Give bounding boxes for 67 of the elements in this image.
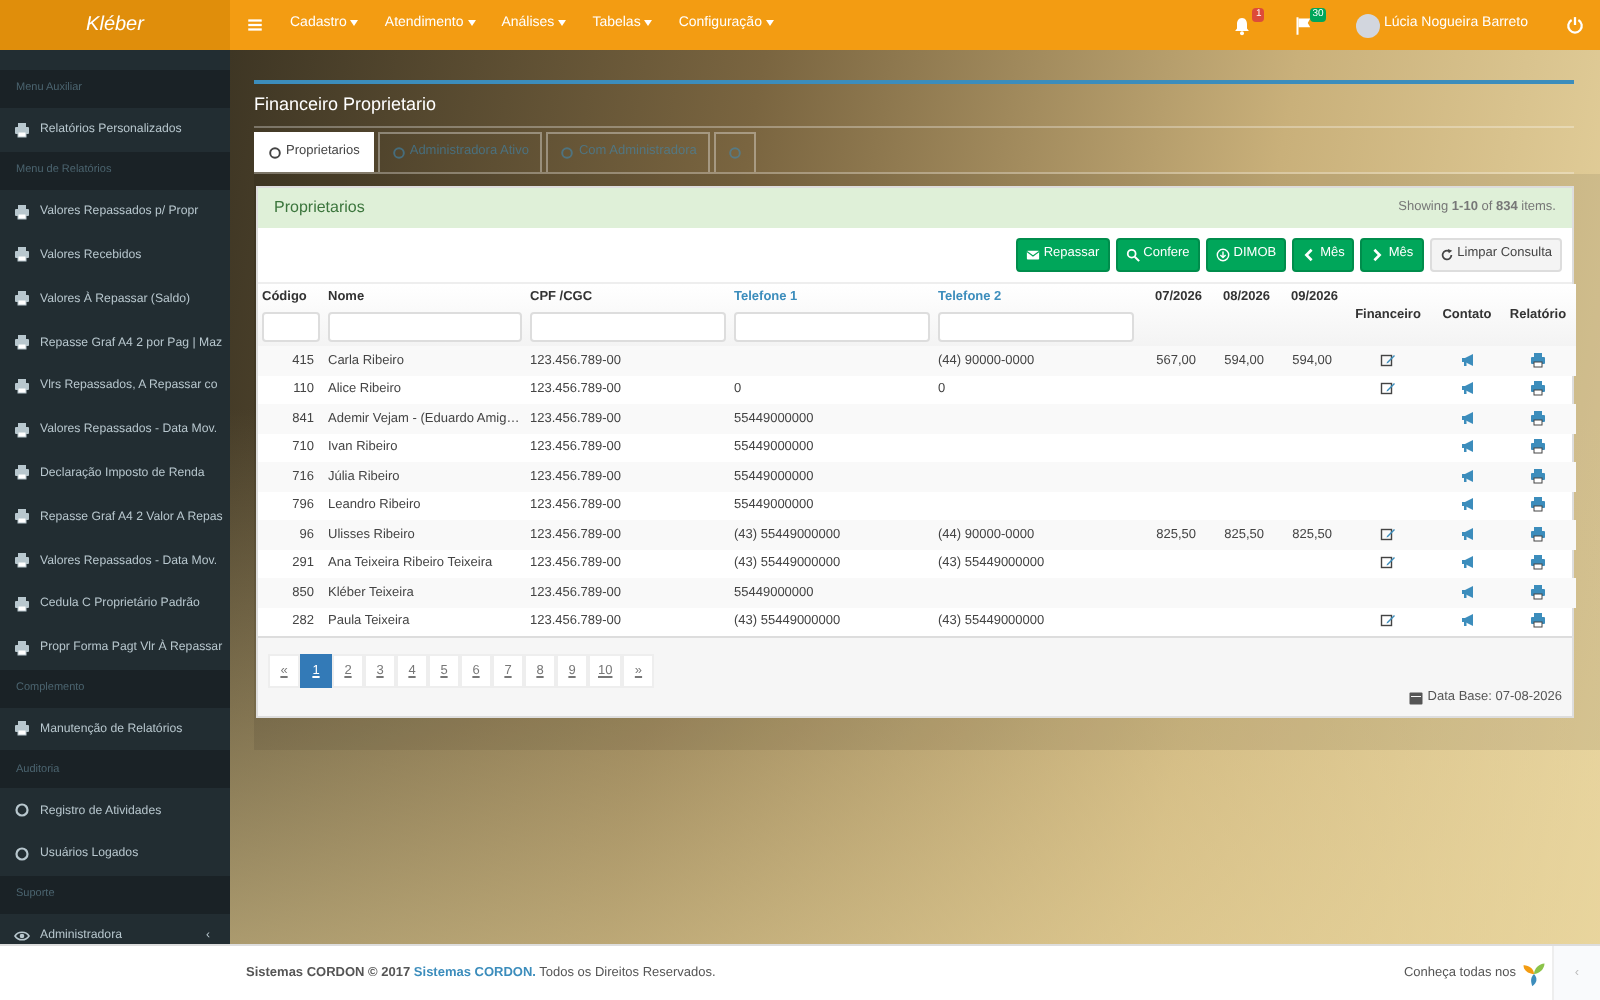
circle-icon (14, 802, 30, 819)
tab[interactable] (714, 131, 757, 171)
printer-icon[interactable] (1530, 380, 1546, 397)
flag-icon[interactable] (1294, 15, 1315, 35)
avatar-circle (1356, 13, 1381, 37)
megaphone-icon[interactable] (1459, 612, 1475, 629)
refresh-icon (1439, 247, 1454, 261)
printer-icon[interactable] (1530, 351, 1546, 368)
printer-icon (14, 203, 30, 220)
printer-icon[interactable] (1530, 409, 1546, 426)
printer-icon (14, 334, 30, 351)
printer-icon (14, 720, 30, 737)
printer-icon (14, 377, 30, 394)
bell-icon[interactable] (1232, 15, 1253, 35)
edit-icon[interactable] (1380, 612, 1396, 629)
menu-icon[interactable] (246, 16, 264, 34)
filter-input-field[interactable] (262, 312, 320, 343)
page-title: Financeiro Proprietario (254, 94, 437, 114)
circle-icon (268, 145, 282, 159)
calendar-icon (1407, 690, 1424, 707)
power-icon[interactable] (1566, 16, 1584, 34)
megaphone-icon[interactable] (1459, 554, 1475, 571)
printer-icon (14, 246, 30, 263)
megaphone-icon[interactable] (1459, 496, 1475, 513)
filter-input-field[interactable] (734, 312, 930, 343)
circle-icon (391, 145, 406, 159)
chevron-right-icon (1370, 247, 1385, 261)
edit-icon[interactable] (1380, 554, 1396, 571)
edit-icon[interactable] (1380, 351, 1396, 368)
printer-icon[interactable] (1530, 612, 1546, 629)
printer-icon[interactable] (1530, 525, 1546, 542)
edit-icon[interactable] (1380, 380, 1396, 397)
printer-icon[interactable] (1530, 496, 1546, 513)
chevron-left-icon (1302, 247, 1317, 261)
eye-icon (14, 927, 30, 944)
filter-input-field[interactable] (530, 312, 726, 343)
search-icon (1125, 247, 1140, 261)
printer-icon[interactable] (1530, 554, 1546, 571)
edit-icon[interactable] (1380, 525, 1396, 542)
printer-icon (14, 464, 30, 481)
megaphone-icon[interactable] (1459, 438, 1475, 455)
leaf-logo-icon (1520, 959, 1548, 987)
printer-icon (14, 595, 30, 612)
megaphone-icon[interactable] (1459, 380, 1475, 397)
panel-title: Proprietarios (274, 195, 365, 219)
envelope-icon (1025, 247, 1040, 261)
printer-icon[interactable] (1530, 438, 1546, 455)
circle-icon (14, 846, 30, 863)
megaphone-icon[interactable] (1459, 525, 1475, 542)
printer-icon (14, 121, 30, 138)
filter-input-field[interactable] (328, 312, 522, 343)
brand-logo-text[interactable]: Kléber (86, 10, 144, 40)
filter-input-field[interactable] (938, 312, 1134, 343)
megaphone-icon[interactable] (1459, 409, 1475, 426)
printer-icon[interactable] (1530, 467, 1546, 484)
download-icon (1215, 247, 1230, 261)
printer-icon[interactable] (1530, 583, 1546, 600)
printer-icon (14, 421, 30, 438)
printer-icon (14, 290, 30, 307)
megaphone-icon[interactable] (1459, 583, 1475, 600)
printer-icon (14, 639, 30, 656)
circle-icon (728, 145, 743, 159)
circle-icon (560, 145, 575, 159)
printer-icon (14, 552, 30, 569)
printer-icon (14, 508, 30, 525)
megaphone-icon[interactable] (1459, 467, 1475, 484)
megaphone-icon[interactable] (1459, 351, 1475, 368)
